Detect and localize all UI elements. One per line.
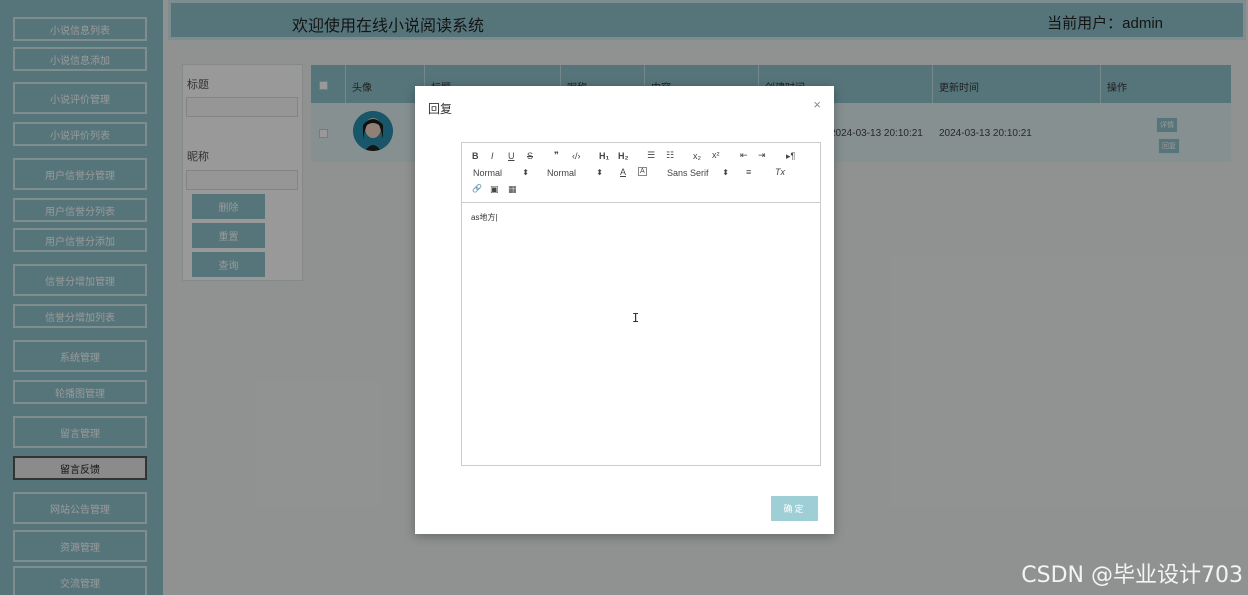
confirm-button[interactable]: 确定 (771, 496, 818, 521)
header-caret-icon: ⬍ (596, 168, 603, 177)
clean-format-icon[interactable]: Tx (775, 167, 785, 177)
header-2-button[interactable]: H₂ (618, 151, 629, 161)
reply-dialog: 回复 × B I U S ❞ ‹/› H₁ H₂ ☰ ☷ x₂ x² ⇤ ⇥ ▸… (415, 86, 834, 534)
bullet-list-icon[interactable]: ☷ (666, 150, 674, 161)
strike-button[interactable]: S (527, 151, 533, 161)
ordered-list-icon[interactable]: ☰ (647, 150, 655, 161)
text-direction-icon[interactable]: ▸¶ (786, 151, 795, 162)
link-icon[interactable]: 🔗 (472, 184, 482, 193)
dialog-title: 回复 (428, 102, 453, 116)
image-icon[interactable]: ▣ (490, 184, 499, 195)
underline-button[interactable]: U (508, 151, 515, 161)
rich-text-editor: B I U S ❞ ‹/› H₁ H₂ ☰ ☷ x₂ x² ⇤ ⇥ ▸¶ Nor… (461, 142, 821, 466)
header-picker-label: Normal (547, 168, 577, 178)
editor-text: as地方 (471, 213, 496, 222)
code-block-icon[interactable]: ‹/› (572, 151, 581, 161)
font-caret-icon: ⬍ (722, 168, 729, 177)
size-picker-label: Normal (473, 168, 503, 178)
close-icon[interactable]: × (813, 97, 821, 112)
text-caret: | (495, 213, 498, 222)
text-cursor-icon: I (632, 311, 640, 325)
bold-button[interactable]: B (472, 151, 479, 161)
editor-content[interactable]: as地方| (462, 203, 820, 465)
align-icon[interactable]: ≡ (746, 167, 751, 177)
outdent-icon[interactable]: ⇤ (740, 150, 748, 161)
background-color-icon[interactable]: A (638, 167, 647, 176)
watermark: CSDN @毕业设计703 (1021, 563, 1243, 588)
italic-button[interactable]: I (491, 151, 494, 161)
editor-toolbar: B I U S ❞ ‹/› H₁ H₂ ☰ ☷ x₂ x² ⇤ ⇥ ▸¶ Nor… (462, 143, 820, 203)
header-picker[interactable]: Normal ⬍ (547, 168, 603, 178)
blockquote-icon[interactable]: ❞ (554, 150, 559, 161)
header-1-button[interactable]: H₁ (599, 151, 609, 161)
subscript-button[interactable]: x₂ (693, 151, 701, 161)
video-icon[interactable]: ▦ (508, 184, 517, 195)
size-picker[interactable]: Normal ⬍ (473, 168, 529, 178)
size-caret-icon: ⬍ (522, 168, 529, 177)
text-color-icon[interactable]: A (620, 167, 626, 177)
superscript-button[interactable]: x² (712, 150, 720, 160)
font-picker[interactable]: Sans Serif ⬍ (667, 168, 729, 178)
font-picker-label: Sans Serif (667, 168, 709, 178)
indent-icon[interactable]: ⇥ (758, 150, 766, 161)
